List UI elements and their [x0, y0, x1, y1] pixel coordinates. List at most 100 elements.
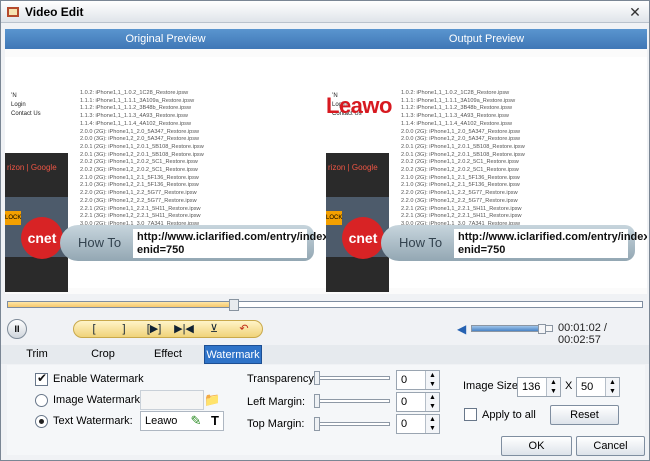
trim-icon: ⊻ [209, 323, 219, 335]
spin-down-icon[interactable]: ▼ [606, 387, 619, 396]
pause-button[interactable]: II [7, 319, 27, 339]
seek-bar[interactable] [7, 299, 643, 311]
trim-button[interactable]: ⊻ [202, 322, 226, 337]
left-margin-stepper[interactable]: 0 ▲ ▼ [396, 392, 440, 412]
preview-file-line: 2.0.2 (3G): iPhone1,2_2.0.2_5C1_Restore.… [401, 167, 519, 174]
preview-file-line: 1.1.4: iPhone1,1_1.1.4_4A102_Restore.ips… [80, 120, 192, 127]
preview-file-line: 2.0.1 (3G): iPhone1,2_2.0.1_5B108_Restor… [401, 151, 525, 158]
preview-file-line: 2.1.0 (3G): iPhone1,2_2.1_5F136_Restore.… [80, 182, 199, 189]
mark-in-button[interactable]: [ [82, 322, 106, 337]
reset-button[interactable]: Reset [550, 405, 619, 425]
checkmark-icon: ✔ [37, 371, 48, 385]
preview-cnet-tag: LOCK [5, 211, 21, 225]
enable-watermark-checkbox[interactable]: ✔ [35, 371, 48, 386]
undo-button[interactable]: ↶ [232, 322, 256, 337]
spin-up-icon[interactable]: ▲ [606, 378, 619, 387]
pen-icon[interactable]: ✎ [189, 414, 203, 428]
tab-trim[interactable]: Trim [26, 345, 48, 364]
preview-file-line: 2.2.1 (3G): iPhone1,2_2.2.1_5H11_Restore… [80, 213, 201, 220]
mark-out-icon: ] [122, 323, 126, 335]
transparency-stepper[interactable]: 0 ▲ ▼ [396, 370, 440, 390]
size-separator: X [565, 380, 573, 392]
spin-up-icon[interactable]: ▲ [426, 415, 439, 424]
preview-cnet-logo: cnet [342, 217, 384, 259]
undo-icon: ↶ [239, 323, 249, 335]
preview-file-line: 2.0.0 (3G): iPhone1,2_2.0_5A347_Restore.… [80, 136, 200, 143]
seek-progress [8, 302, 234, 307]
left-margin-label: Left Margin: [247, 396, 306, 408]
preview-file-line: 1.1.4: iPhone1,1_1.1.4_4A102_Restore.ips… [401, 120, 513, 127]
tab-crop[interactable]: Crop [89, 345, 117, 364]
preview-file-line: 1.1.3: iPhone1,1_1.1.3_4A93_Restore.ipsw [80, 113, 188, 120]
apply-to-all-checkbox[interactable] [464, 408, 477, 421]
preview-url-box: http://www.iclarified.com/entry/index.ph… [454, 229, 647, 258]
spin-down-icon[interactable]: ▼ [426, 380, 439, 389]
spin-down-icon[interactable]: ▼ [426, 424, 439, 433]
title-bar: Video Edit ✕ [1, 1, 649, 23]
top-margin-label: Top Margin: [247, 418, 305, 430]
preview-file-line: 1.1.1: iPhone1,1_1.1.1_3A109a_Restore.ip… [401, 97, 516, 104]
preview-file-line: 1.1.2: iPhone1,1_1.1.2_3B48b_Restore.ips… [401, 105, 513, 112]
close-button[interactable]: ✕ [627, 4, 643, 20]
image-height-value: 50 [581, 381, 594, 393]
play-selection-button[interactable]: [▶] [142, 322, 166, 337]
folder-icon[interactable]: 📁 [204, 393, 220, 407]
spin-down-icon[interactable]: ▼ [426, 402, 439, 411]
transparency-handle[interactable] [314, 371, 320, 385]
cancel-button[interactable]: Cancel [576, 436, 645, 456]
preview-file-line: 1.1.1: iPhone1,1_1.1.1_3A109a_Restore.ip… [80, 97, 195, 104]
preview-file-list: 1.0.2: iPhone1,1_1.0.2_1C28_Restore.ipsw… [80, 90, 320, 244]
transparency-slider[interactable] [314, 376, 390, 380]
text-watermark-radio[interactable] [35, 415, 48, 428]
transparency-value: 0 [401, 374, 408, 386]
preview-watermark-text: Leawo [326, 93, 392, 118]
mark-out-button[interactable]: ] [112, 322, 136, 337]
ok-button[interactable]: OK [501, 436, 572, 456]
tab-effect-label: Effect [154, 348, 182, 360]
preview-phone-brand: rizon | Google [328, 163, 378, 172]
spin-down-icon[interactable]: ▼ [547, 387, 560, 396]
seek-handle[interactable] [229, 299, 239, 311]
image-height-stepper[interactable]: 50 ▲ ▼ [576, 377, 620, 397]
tab-watermark[interactable]: Watermark [204, 345, 262, 364]
radio-selected-icon [39, 419, 44, 424]
top-margin-value: 0 [401, 418, 408, 430]
left-margin-handle[interactable] [314, 394, 320, 408]
preview-file-line: 2.2.1 (2G): iPhone1,1_2.2.1_5H11_Restore… [80, 205, 201, 212]
preview-howto-text: How To [399, 235, 443, 250]
text-watermark-value: Leawo [145, 415, 178, 427]
tab-bar: Trim Crop Effect Watermark [1, 345, 649, 364]
top-margin-slider[interactable] [314, 422, 390, 426]
image-path-field[interactable] [140, 390, 204, 410]
left-margin-slider[interactable] [314, 399, 390, 403]
spin-up-icon[interactable]: ▲ [426, 371, 439, 380]
preview-file-line: 2.0.1 (2G): iPhone1,1_2.0.1_5B108_Restor… [80, 143, 204, 150]
preview-file-line: 1.1.2: iPhone1,1_1.1.2_3B48b_Restore.ips… [80, 105, 192, 112]
cancel-label: Cancel [593, 440, 628, 452]
preview-file-line: 2.0.0 (2G): iPhone1,1_2.0_5A347_Restore.… [80, 128, 200, 135]
volume-slider[interactable] [471, 324, 553, 334]
preview-file-line: 2.2.0 (2G): iPhone1,1_2.2_5G77_Restore.i… [80, 190, 197, 197]
image-width-stepper[interactable]: 136 ▲ ▼ [517, 377, 561, 397]
image-watermark-radio[interactable] [35, 394, 48, 407]
font-icon[interactable]: T [208, 414, 222, 428]
pause-icon: II [14, 324, 20, 334]
preview-url-box: http://www.iclarified.com/entry/index.ph… [133, 229, 326, 258]
split-button[interactable]: ▶|◀ [172, 322, 196, 337]
preview-file-line: 2.0.2 (3G): iPhone1,2_2.0.2_5C1_Restore.… [80, 167, 198, 174]
image-width-value: 136 [522, 381, 541, 393]
top-margin-stepper[interactable]: 0 ▲ ▼ [396, 414, 440, 434]
tab-effect[interactable]: Effect [152, 345, 184, 364]
image-size-label: Image Size: [463, 380, 522, 392]
ok-label: OK [528, 440, 545, 452]
top-margin-handle[interactable] [314, 417, 320, 431]
volume-icon[interactable]: ◀ [457, 322, 466, 336]
original-preview-header: Original Preview [5, 29, 326, 49]
time-display: 00:01:02 / 00:02:57 [558, 322, 607, 346]
volume-handle[interactable] [538, 324, 546, 334]
tab-crop-label: Crop [91, 348, 115, 360]
preview-file-line: 2.0.0 (3G): iPhone1,2_2.0_5A347_Restore.… [401, 136, 521, 143]
preview-nav-links: ʻN Login Contact Us [11, 92, 41, 119]
spin-up-icon[interactable]: ▲ [426, 393, 439, 402]
spin-up-icon[interactable]: ▲ [547, 378, 560, 387]
